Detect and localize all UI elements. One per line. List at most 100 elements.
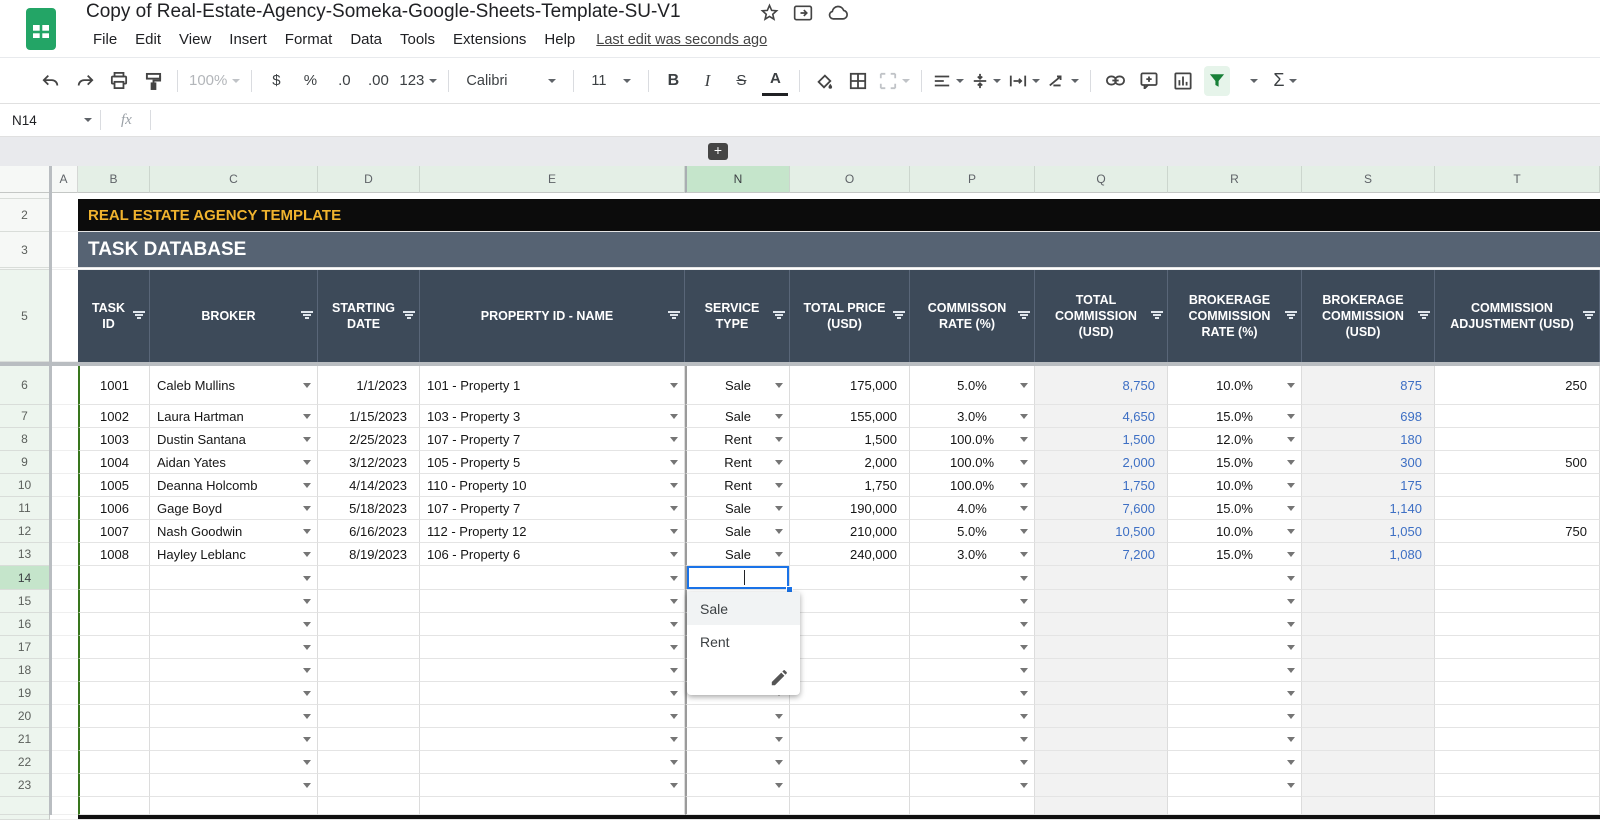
dropdown-arrow-icon[interactable] [1020,383,1028,388]
cell-T11[interactable] [1435,497,1600,520]
cell-N23[interactable] [685,774,790,797]
dropdown-arrow-icon[interactable] [1020,622,1028,627]
cell-R19[interactable] [1168,682,1302,705]
cell-R8[interactable]: 12.0% [1168,428,1302,451]
cell-S20[interactable] [1302,705,1435,728]
dropdown-arrow-icon[interactable] [1287,737,1295,742]
filter-icon[interactable] [1582,311,1595,321]
cell-D8[interactable]: 2/25/2023 [318,428,420,451]
document-title[interactable]: Copy of Real-Estate-Agency-Someka-Google… [86,1,681,23]
row-header-8[interactable]: 8 [0,428,50,451]
header-cell-Q[interactable]: TOTAL COMMISSION (USD) [1035,270,1168,362]
cell-D6[interactable]: 1/1/2023 [318,366,420,405]
cell-B16[interactable] [78,613,150,636]
dropdown-arrow-icon[interactable] [775,783,783,788]
row-header-14[interactable]: 14 [0,566,50,590]
filter-icon[interactable] [1284,311,1297,321]
dropdown-arrow-icon[interactable] [1287,622,1295,627]
cell-D19[interactable] [318,682,420,705]
cell-E14[interactable] [420,566,685,590]
cell-D11[interactable]: 5/18/2023 [318,497,420,520]
row-header-6[interactable]: 6 [0,366,50,405]
menu-edit[interactable]: Edit [126,29,170,50]
cell-B13[interactable]: 1008 [78,543,150,566]
cell-C13[interactable]: Hayley Leblanc [150,543,318,566]
dropdown-arrow-icon[interactable] [670,783,678,788]
dropdown-arrow-icon[interactable] [670,383,678,388]
dropdown-arrow-icon[interactable] [1020,783,1028,788]
cell-N11[interactable]: Sale [685,497,790,520]
cell-D21[interactable] [318,728,420,751]
cell-Q10[interactable]: 1,750 [1035,474,1168,497]
column-header-B[interactable]: B [78,166,150,193]
header-cell-P[interactable]: COMMISSON RATE (%) [910,270,1035,362]
cell-D15[interactable] [318,590,420,613]
cell-Q19[interactable] [1035,682,1168,705]
cell-Q18[interactable] [1035,659,1168,682]
bold-button[interactable]: B [660,66,686,96]
cell-B12[interactable]: 1007 [78,520,150,543]
cell-T21[interactable] [1435,728,1600,751]
cell-O11[interactable]: 190,000 [790,497,910,520]
cell-R7[interactable]: 15.0% [1168,405,1302,428]
cell-B9[interactable]: 1004 [78,451,150,474]
filter-views-button[interactable] [1238,66,1264,96]
row-header-22[interactable]: 22 [0,751,50,774]
cell-S15[interactable] [1302,590,1435,613]
cell-D24[interactable] [318,797,420,815]
cell-R10[interactable]: 10.0% [1168,474,1302,497]
cell-P11[interactable]: 4.0% [910,497,1035,520]
cell-T19[interactable] [1435,682,1600,705]
dropdown-arrow-icon[interactable] [303,668,311,673]
sheets-logo-icon[interactable] [24,7,58,51]
column-header-E[interactable]: E [420,166,685,193]
dropdown-arrow-icon[interactable] [670,552,678,557]
cell-C14[interactable] [150,566,318,590]
vertical-align-button[interactable] [972,66,1002,96]
cell-C18[interactable] [150,659,318,682]
cell-E11[interactable]: 107 - Property 7 [420,497,685,520]
select-all-corner[interactable] [0,166,50,193]
cell-E9[interactable]: 105 - Property 5 [420,451,685,474]
cell-N22[interactable] [685,751,790,774]
cell-P15[interactable] [910,590,1035,613]
dropdown-option-rent[interactable]: Rent [687,625,800,658]
cell-O20[interactable] [790,705,910,728]
cell-O13[interactable]: 240,000 [790,543,910,566]
header-cell-D[interactable]: STARTING DATE [318,270,420,362]
column-header-C[interactable]: C [150,166,318,193]
cell-T20[interactable] [1435,705,1600,728]
cell-Q21[interactable] [1035,728,1168,751]
dropdown-arrow-icon[interactable] [1287,483,1295,488]
cell-O24[interactable] [790,797,910,815]
formula-input[interactable] [151,104,1600,136]
cell-T14[interactable] [1435,566,1600,590]
format-currency-button[interactable]: $ [263,66,289,96]
cell-B22[interactable] [78,751,150,774]
cell-Q22[interactable] [1035,751,1168,774]
cell-D9[interactable]: 3/12/2023 [318,451,420,474]
cell-B17[interactable] [78,636,150,659]
cell-S9[interactable]: 300 [1302,451,1435,474]
dropdown-arrow-icon[interactable] [775,483,783,488]
dropdown-arrow-icon[interactable] [1287,414,1295,419]
cell-O22[interactable] [790,751,910,774]
dropdown-arrow-icon[interactable] [670,483,678,488]
format-percent-button[interactable]: % [297,66,323,96]
cell-B10[interactable]: 1005 [78,474,150,497]
zoom-select[interactable]: 100% [189,66,241,96]
cell-O19[interactable] [790,682,910,705]
dropdown-arrow-icon[interactable] [775,506,783,511]
dropdown-arrow-icon[interactable] [303,483,311,488]
row-header-9[interactable]: 9 [0,451,50,474]
cell-T7[interactable] [1435,405,1600,428]
cell-P12[interactable]: 5.0% [910,520,1035,543]
cell-C8[interactable]: Dustin Santana [150,428,318,451]
dropdown-arrow-icon[interactable] [1287,760,1295,765]
cell-S13[interactable]: 1,080 [1302,543,1435,566]
cell-R24[interactable] [1168,797,1302,815]
next-section-strip[interactable] [78,815,1600,820]
dropdown-arrow-icon[interactable] [303,575,311,581]
cell-B24[interactable] [78,797,150,815]
dropdown-arrow-icon[interactable] [1020,460,1028,465]
